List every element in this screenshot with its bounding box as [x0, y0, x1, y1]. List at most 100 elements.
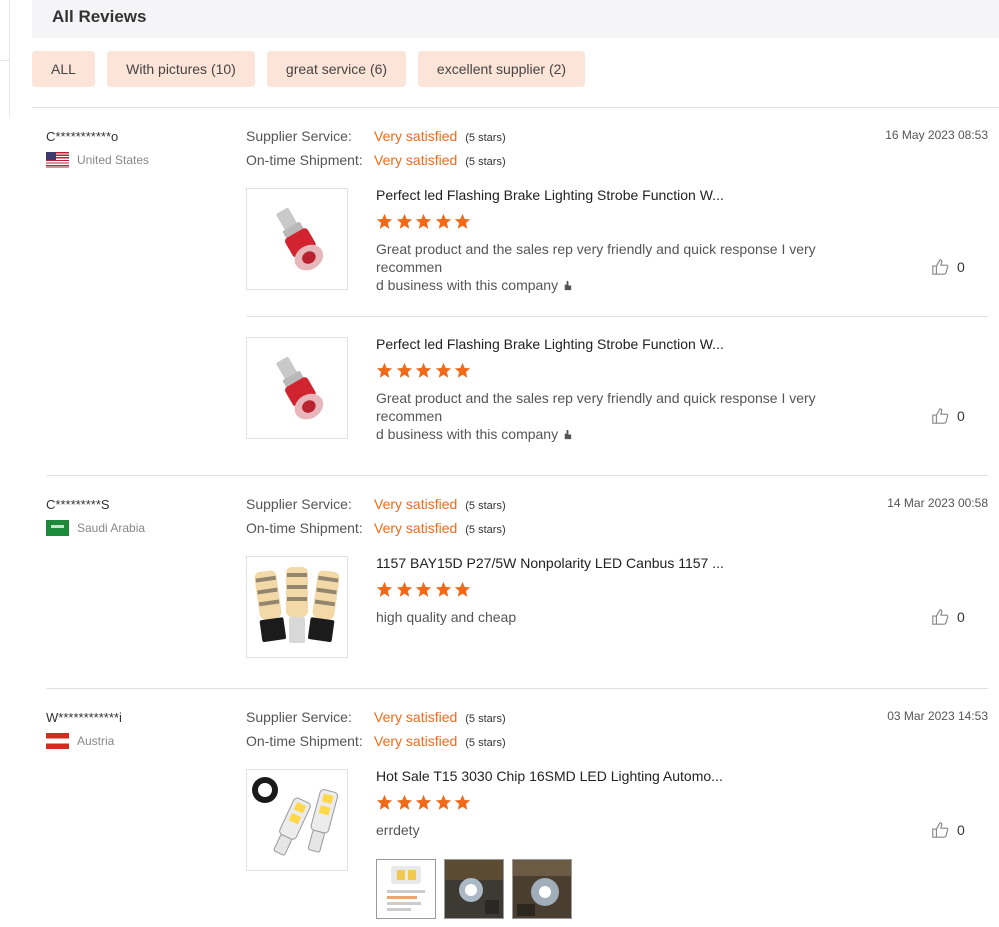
- shipment-value: Very satisfied: [374, 520, 458, 536]
- review-text-line: high quality and cheap: [376, 609, 517, 625]
- star-icon: [396, 213, 412, 229]
- star-icon: [454, 581, 471, 597]
- thumbs-up-icon: [932, 259, 949, 275]
- review-divider: [46, 475, 988, 476]
- us-flag-icon: [46, 152, 69, 168]
- product-title-link[interactable]: Perfect led Flashing Brake Lighting Stro…: [376, 187, 724, 203]
- supplier-service-label: Supplier Service:: [246, 496, 352, 512]
- filter-all-button[interactable]: ALL: [32, 51, 95, 87]
- like-count: 0: [957, 822, 965, 838]
- star-icon: [454, 794, 471, 810]
- review-date: 03 Mar 2023 14:53: [887, 709, 988, 723]
- review-photo[interactable]: [444, 859, 504, 919]
- star-icon: [376, 213, 393, 229]
- reviewer-country: United States: [46, 152, 149, 168]
- review-text: Great product and the sales rep very fri…: [376, 389, 876, 443]
- star-icon: [396, 794, 412, 810]
- star-icon: [454, 213, 471, 229]
- product-star-rating: [376, 362, 474, 379]
- product-thumbnail[interactable]: [246, 337, 348, 439]
- star-icon: [415, 213, 432, 229]
- supplier-service-rating: Supplier Service: Very satisfied (5 star…: [246, 496, 506, 512]
- country-name: Austria: [77, 734, 115, 748]
- star-icon: [435, 362, 451, 378]
- star-icon: [454, 362, 471, 378]
- thumbs-up-icon: [932, 408, 949, 424]
- product-title-link[interactable]: Hot Sale T15 3030 Chip 16SMD LED Lightin…: [376, 768, 723, 784]
- reviews-header: All Reviews: [32, 0, 999, 38]
- product-thumbnail[interactable]: [246, 556, 348, 658]
- shipment-value: Very satisfied: [374, 733, 458, 749]
- review-filters: ALL With pictures (10) great service (6)…: [32, 51, 597, 87]
- shipment-stars: (5 stars): [465, 737, 506, 749]
- product-star-rating: [376, 213, 474, 230]
- supplier-service-value: Very satisfied: [374, 496, 458, 512]
- review-photo[interactable]: [512, 859, 572, 919]
- supplier-service-label: Supplier Service:: [246, 128, 352, 144]
- star-icon: [396, 362, 412, 378]
- star-icon: [376, 362, 393, 378]
- filter-with-pictures-button[interactable]: With pictures (10): [107, 51, 255, 87]
- left-panel-edge-line: [9, 61, 10, 117]
- shipment-stars: (5 stars): [465, 524, 506, 536]
- country-name: United States: [77, 153, 150, 167]
- shipment-label: On-time Shipment:: [246, 520, 363, 536]
- product-title-link[interactable]: Perfect led Flashing Brake Lighting Stro…: [376, 336, 724, 352]
- like-button[interactable]: 0: [931, 258, 965, 276]
- review-photo-image: [513, 860, 571, 918]
- product-title-link[interactable]: 1157 BAY15D P27/5W Nonpolarity LED Canbu…: [376, 555, 724, 571]
- red-led-bulb-image: [276, 357, 324, 420]
- review-text: high quality and cheap: [376, 608, 876, 626]
- shipment-stars: (5 stars): [465, 156, 506, 168]
- like-button[interactable]: 0: [931, 407, 965, 425]
- thumbs-up-icon: [932, 822, 949, 838]
- shipment-label: On-time Shipment:: [246, 733, 363, 749]
- star-icon: [435, 794, 451, 810]
- like-button[interactable]: 0: [931, 608, 965, 626]
- saudi-flag-icon: [46, 520, 69, 536]
- review-photo[interactable]: [376, 859, 436, 919]
- review-text: errdety: [376, 821, 876, 839]
- review-text-line: errdety: [376, 822, 420, 838]
- pointing-hand-icon: [564, 429, 572, 440]
- supplier-service-label: Supplier Service:: [246, 709, 352, 725]
- review-text-line: d business with this company: [376, 425, 876, 443]
- supplier-service-stars: (5 stars): [465, 500, 506, 512]
- product-thumbnail[interactable]: [246, 188, 348, 290]
- filter-excellent-supplier-button[interactable]: excellent supplier (2): [418, 51, 585, 87]
- review-text: Great product and the sales rep very fri…: [376, 240, 876, 294]
- star-icon: [396, 581, 412, 597]
- shipment-rating: On-time Shipment: Very satisfied (5 star…: [246, 152, 506, 168]
- review-date: 14 Mar 2023 00:58: [887, 496, 988, 510]
- product-thumbnail[interactable]: [246, 769, 348, 871]
- red-led-bulb-image: [276, 208, 324, 271]
- review-photo-image: [445, 860, 503, 918]
- review-photo-image: [377, 860, 435, 918]
- reviewer-name: C***********o: [46, 129, 119, 144]
- supplier-service-rating: Supplier Service: Very satisfied (5 star…: [246, 128, 506, 144]
- review-text-line-end: d business with this company: [376, 277, 559, 293]
- star-icon: [415, 794, 432, 810]
- supplier-service-value: Very satisfied: [374, 709, 458, 725]
- product-star-rating: [376, 581, 474, 598]
- shipment-label: On-time Shipment:: [246, 152, 363, 168]
- reviewer-name: W************i: [46, 710, 122, 725]
- left-panel-edge: [0, 0, 10, 61]
- supplier-service-rating: Supplier Service: Very satisfied (5 star…: [246, 709, 506, 725]
- star-icon: [415, 581, 432, 597]
- reviewer-country: Austria: [46, 733, 114, 749]
- t15-led-bulbs-image: [252, 777, 339, 856]
- like-count: 0: [957, 259, 965, 275]
- star-icon: [435, 213, 451, 229]
- star-icon: [435, 581, 451, 597]
- supplier-service-stars: (5 stars): [465, 713, 506, 725]
- review-text-line: Great product and the sales rep very fri…: [376, 241, 816, 275]
- country-name: Saudi Arabia: [77, 521, 146, 535]
- filter-great-service-button[interactable]: great service (6): [267, 51, 406, 87]
- section-divider: [32, 107, 999, 108]
- item-divider: [246, 316, 988, 317]
- shipment-rating: On-time Shipment: Very satisfied (5 star…: [246, 520, 506, 536]
- like-button[interactable]: 0: [931, 821, 965, 839]
- review-text-line: Great product and the sales rep very fri…: [376, 390, 816, 424]
- star-icon: [376, 794, 393, 810]
